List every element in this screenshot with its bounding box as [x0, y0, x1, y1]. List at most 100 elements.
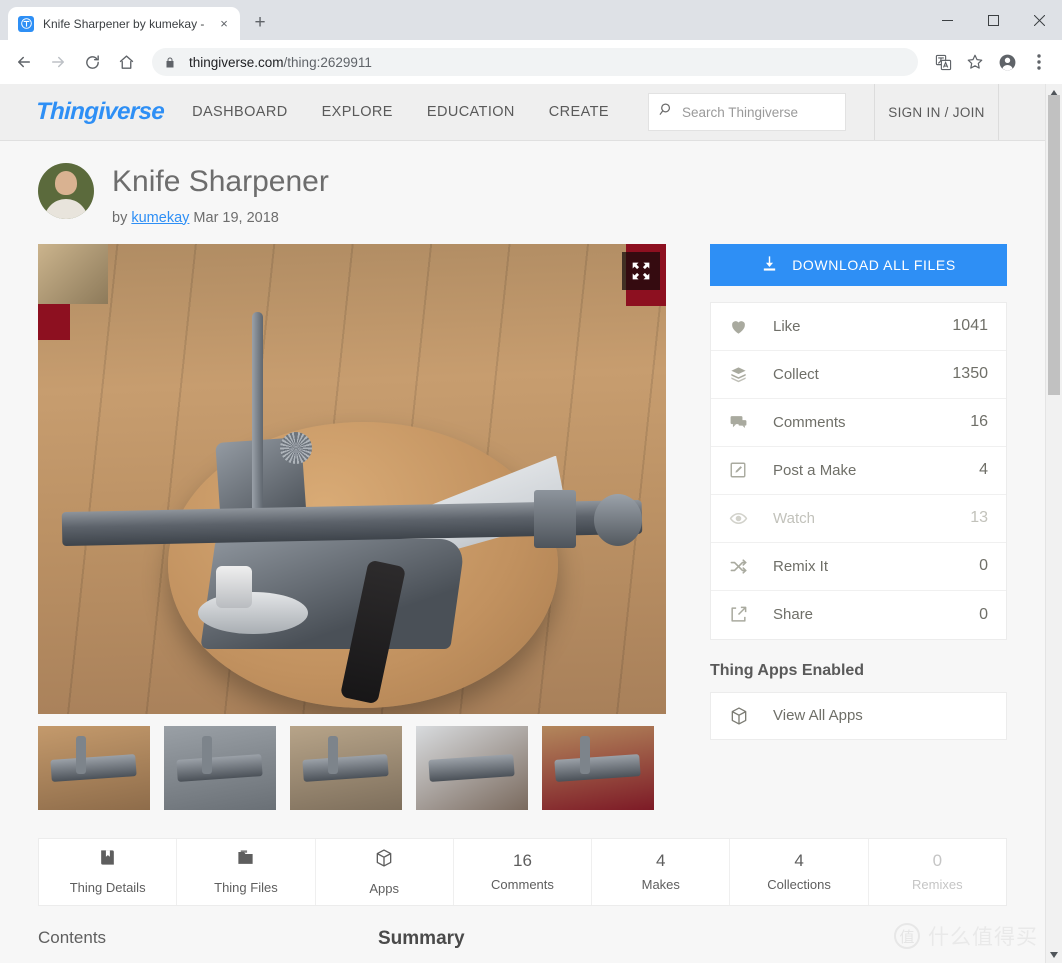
- stat-value: 1041: [952, 317, 988, 334]
- stat-label: Comments: [773, 413, 846, 431]
- tab-thing-details[interactable]: Thing Details: [39, 838, 178, 905]
- minimize-icon[interactable]: [924, 0, 970, 40]
- thumbnail-1[interactable]: [38, 725, 150, 810]
- publish-date: Mar 19, 2018: [193, 209, 279, 226]
- stat-value: 0: [979, 557, 988, 574]
- stat-value: 1350: [952, 365, 988, 382]
- stat-row-collect[interactable]: Collect 1350: [711, 351, 1006, 399]
- view-all-apps-row[interactable]: View All Apps: [710, 691, 1007, 740]
- avatar-face: [55, 171, 77, 195]
- header-spacer: [999, 84, 1045, 140]
- stat-row-share[interactable]: Share 0: [711, 591, 1006, 639]
- scrollbar-thumb[interactable]: [1048, 95, 1060, 395]
- url-path: /thing:2629911: [283, 54, 372, 70]
- author-link[interactable]: kumekay: [131, 210, 189, 226]
- thing-tabstrip: Thing Details Thing Files Apps 16 Commen…: [38, 837, 1007, 906]
- forward-icon[interactable]: [42, 46, 74, 78]
- tab-collections[interactable]: 4 Collections: [730, 838, 869, 905]
- browser-titlebar: Knife Sharpener by kumekay - × +: [0, 0, 1062, 40]
- stat-row-post-a-make[interactable]: Post a Make 4: [711, 447, 1006, 495]
- stat-row-comments[interactable]: Comments 16: [711, 399, 1006, 447]
- stat-value: 16: [970, 413, 988, 430]
- home-icon[interactable]: [110, 46, 142, 78]
- nav-item-education[interactable]: EDUCATION: [427, 104, 515, 120]
- tab-label: Apps: [369, 880, 400, 896]
- maximize-icon[interactable]: [970, 0, 1016, 40]
- stat-label: Share: [773, 606, 814, 623]
- hero-sharpener-block: [534, 489, 576, 548]
- tab-label: Thing Details: [69, 880, 146, 895]
- tab-remixes[interactable]: 0 Remixes: [869, 839, 1006, 905]
- site-header: Thingiverse DASHBOARD EXPLORE EDUCATION …: [0, 84, 1045, 141]
- nav-item-create[interactable]: CREATE: [549, 104, 609, 120]
- stat-label: Like: [773, 317, 801, 335]
- stat-row-remix-it[interactable]: Remix It 0: [711, 543, 1006, 591]
- thing-apps-heading: Thing Apps Enabled: [710, 661, 865, 679]
- thumbnail-3[interactable]: [290, 725, 402, 810]
- search-icon: [659, 102, 674, 122]
- sign-in-join-button[interactable]: SIGN IN / JOIN: [874, 84, 999, 140]
- tab-comments[interactable]: 16 Comments: [454, 838, 593, 905]
- url-text: thingiverse.com/thing:2629911: [189, 55, 372, 70]
- address-bar[interactable]: thingiverse.com/thing:2629911: [152, 48, 918, 76]
- stat-value: 13: [970, 509, 988, 526]
- thumbnail-2[interactable]: [164, 725, 276, 810]
- stat-label: Collect: [773, 365, 819, 383]
- folder-icon: [236, 848, 255, 872]
- tab-close-icon[interactable]: ×: [216, 16, 232, 32]
- collection-icon: [729, 365, 773, 384]
- browser-tab[interactable]: Knife Sharpener by kumekay - ×: [8, 7, 240, 40]
- view-all-apps-label: View All Apps: [773, 707, 863, 724]
- tab-label: Thing Files: [214, 880, 278, 895]
- tab-count: 0: [932, 850, 943, 870]
- download-label: DOWNLOAD ALL FILES: [792, 256, 956, 273]
- tab-thing-files[interactable]: Thing Files: [177, 838, 316, 905]
- scroll-down-icon[interactable]: [1046, 946, 1062, 963]
- bookmark-star-icon[interactable]: [960, 47, 990, 77]
- stat-row-like[interactable]: Like 1041: [711, 303, 1006, 351]
- thingiverse-logo[interactable]: Thingiverse: [0, 84, 187, 140]
- thumbnail-5[interactable]: [542, 725, 654, 810]
- sidebar-column: DOWNLOAD ALL FILES Like 1041 Collect 135…: [710, 243, 1007, 810]
- window-controls: [924, 0, 1062, 40]
- download-icon: [761, 255, 778, 275]
- contents-heading: Contents: [38, 927, 107, 947]
- search-input[interactable]: Search Thingiverse: [648, 93, 846, 131]
- page-scrollbar[interactable]: [1045, 84, 1062, 963]
- stat-row-watch[interactable]: Watch 13: [711, 495, 1006, 543]
- main-content: DOWNLOAD ALL FILES Like 1041 Collect 135…: [0, 226, 1045, 810]
- page-viewport: Thingiverse DASHBOARD EXPLORE EDUCATION …: [0, 84, 1045, 963]
- tab-label: Collections: [767, 876, 831, 892]
- reload-icon[interactable]: [76, 46, 108, 78]
- expand-arrows-icon[interactable]: [622, 251, 660, 290]
- contents-summary-row: Contents Summary: [38, 928, 1007, 950]
- pencil-square-icon: [729, 461, 773, 479]
- thumbnail-4[interactable]: [416, 725, 528, 810]
- back-icon[interactable]: [8, 46, 40, 78]
- stat-value: 0: [979, 605, 988, 623]
- nav-item-dashboard[interactable]: DASHBOARD: [192, 104, 287, 120]
- profile-avatar-icon[interactable]: [992, 47, 1022, 77]
- new-tab-button[interactable]: +: [246, 9, 274, 37]
- thing-title-block: Knife Sharpener by kumekay Mar 19, 2018: [112, 163, 329, 226]
- hero-sharpener-endcap: [594, 493, 642, 546]
- translate-icon[interactable]: [928, 47, 958, 77]
- heart-icon: [729, 317, 773, 336]
- tab-apps[interactable]: Apps: [316, 838, 454, 905]
- author-avatar[interactable]: [38, 163, 94, 219]
- search-placeholder: Search Thingiverse: [682, 104, 799, 120]
- download-all-files-button[interactable]: DOWNLOAD ALL FILES: [710, 243, 1007, 286]
- close-window-icon[interactable]: [1016, 0, 1062, 40]
- stat-label: Post a Make: [773, 461, 857, 479]
- nav-item-explore[interactable]: EXPLORE: [322, 104, 393, 120]
- stats-panel: Like 1041 Collect 1350 Comments 16 Post …: [710, 301, 1007, 640]
- hero-sharpener-knob: [216, 565, 252, 608]
- overflow-menu-icon[interactable]: [1024, 47, 1054, 77]
- tab-makes[interactable]: 4 Makes: [592, 838, 731, 905]
- hero-image[interactable]: [38, 243, 666, 714]
- gallery-column: [38, 243, 666, 810]
- stat-label: Remix It: [773, 557, 829, 575]
- tab-label: Remixes: [912, 876, 963, 892]
- cube-icon: [729, 706, 773, 726]
- browser-toolbar: thingiverse.com/thing:2629911: [0, 40, 1062, 84]
